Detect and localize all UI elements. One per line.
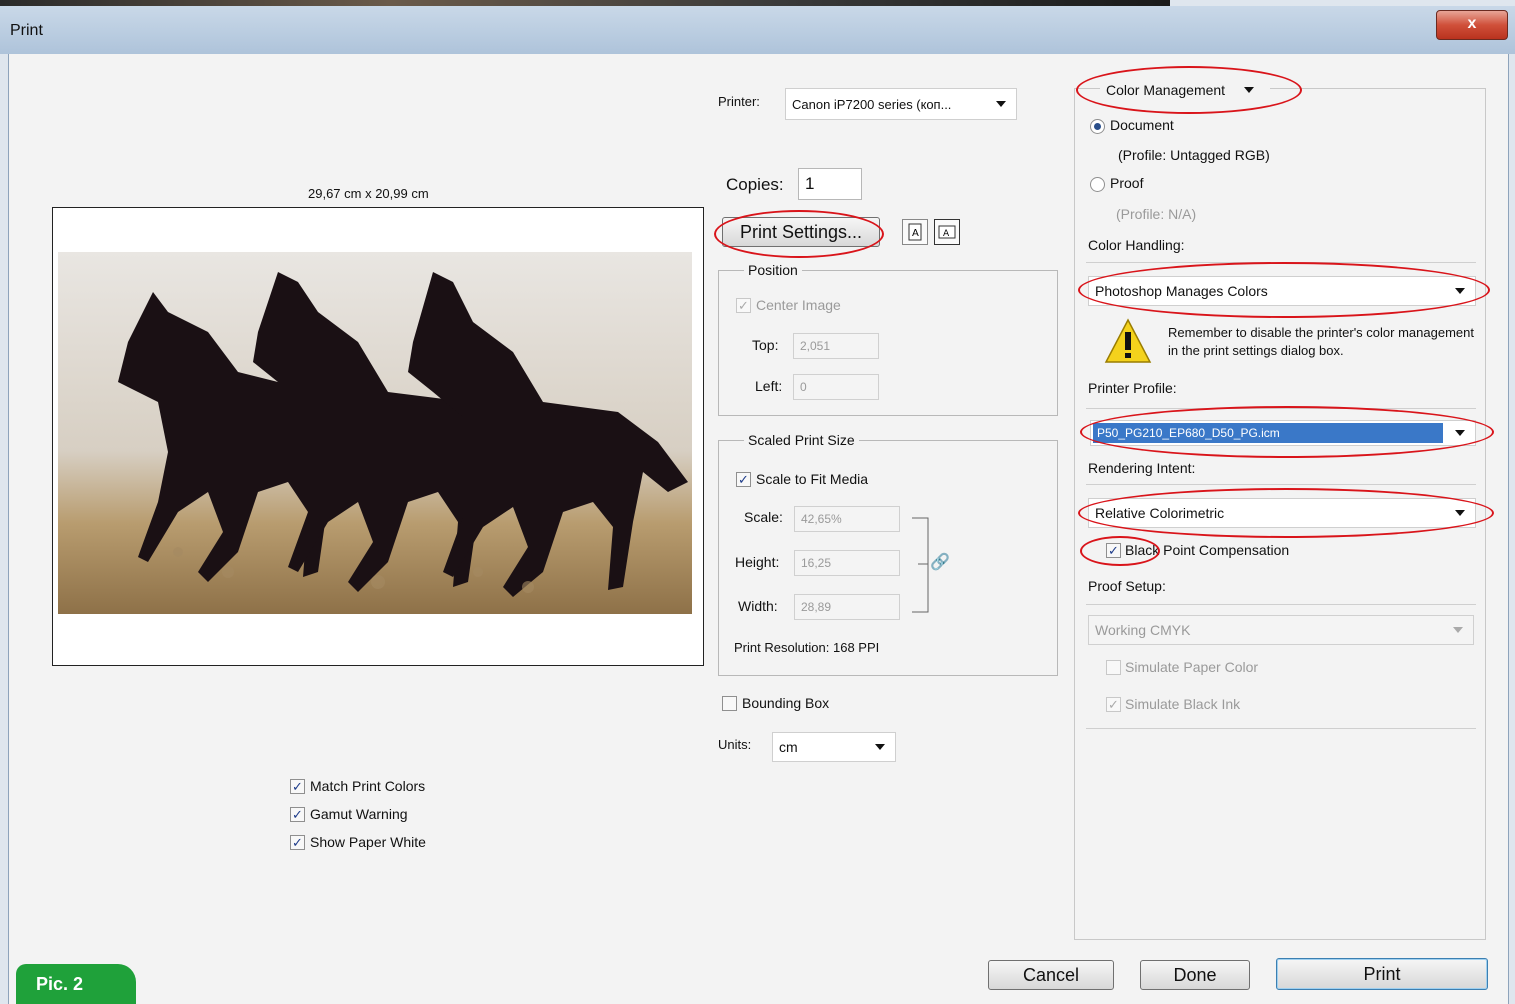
- bounding-box-checkbox[interactable]: [722, 696, 737, 711]
- window-title: Print: [10, 22, 43, 39]
- chevron-down-icon: [1453, 627, 1463, 633]
- portrait-orientation-icon[interactable]: A: [902, 219, 928, 245]
- divider: [1086, 262, 1476, 263]
- scale-to-fit-label: Scale to Fit Media: [756, 471, 869, 487]
- divider: [1086, 604, 1476, 605]
- close-button[interactable]: x: [1436, 10, 1508, 40]
- scale-to-fit-checkbox[interactable]: [736, 472, 751, 487]
- proof-radio[interactable]: [1090, 177, 1105, 192]
- warning-text: Remember to disable the printer's color …: [1168, 325, 1474, 358]
- simulate-black-ink-checkbox[interactable]: [1106, 697, 1121, 712]
- chevron-down-icon: [996, 101, 1006, 107]
- units-value: cm: [779, 739, 798, 755]
- printer-profile-label: Printer Profile:: [1088, 380, 1177, 396]
- color-handling-value: Photoshop Manages Colors: [1095, 283, 1268, 299]
- simulate-paper-color-checkbox[interactable]: [1106, 660, 1121, 675]
- document-profile: (Profile: Untagged RGB): [1118, 147, 1270, 163]
- chevron-down-icon: [1455, 430, 1465, 436]
- color-handling-label: Color Handling:: [1088, 237, 1185, 253]
- simulate-black-ink-label: Simulate Black Ink: [1125, 696, 1241, 712]
- print-resolution: Print Resolution: 168 PPI: [734, 640, 880, 655]
- units-label: Units:: [718, 737, 752, 752]
- rendering-intent-select[interactable]: Relative Colorimetric: [1088, 498, 1476, 528]
- cancel-button[interactable]: Cancel: [988, 960, 1114, 990]
- svg-text:A: A: [912, 228, 919, 239]
- print-settings-button[interactable]: Print Settings...: [722, 217, 880, 247]
- printer-label: Printer:: [718, 94, 760, 109]
- left-label: Left:: [755, 378, 783, 394]
- match-print-colors-checkbox[interactable]: [290, 779, 305, 794]
- width-label: Width:: [738, 598, 778, 614]
- title-bar: [0, 6, 1515, 54]
- landscape-orientation-icon[interactable]: A: [934, 219, 960, 245]
- height-label: Height:: [735, 554, 780, 570]
- proof-setup-select[interactable]: Working CMYK: [1088, 615, 1474, 645]
- top-label: Top:: [752, 337, 779, 353]
- section-value: Color Management: [1106, 82, 1226, 98]
- chevron-down-icon: [1455, 288, 1465, 294]
- copies-label: Copies:: [726, 175, 784, 194]
- divider: [1086, 484, 1476, 485]
- chevron-down-icon: [1455, 510, 1465, 516]
- divider: [1086, 728, 1476, 729]
- link-icon[interactable]: 🔗: [930, 552, 950, 572]
- warning-icon: [1104, 318, 1152, 367]
- done-button[interactable]: Done: [1140, 960, 1250, 990]
- print-button[interactable]: Print: [1276, 958, 1488, 990]
- bounding-box-label: Bounding Box: [742, 695, 830, 711]
- simulate-paper-color-label: Simulate Paper Color: [1125, 659, 1259, 675]
- scale-input[interactable]: 42,65%: [794, 506, 900, 532]
- divider: [1086, 408, 1476, 409]
- show-paper-white-checkbox[interactable]: [290, 835, 305, 850]
- proof-setup-label: Proof Setup:: [1088, 578, 1166, 594]
- gamut-warning-label: Gamut Warning: [310, 806, 408, 822]
- printer-profile-select[interactable]: P50_PG210_EP680_D50_PG.icm: [1090, 420, 1476, 446]
- proof-profile: (Profile: N/A): [1116, 206, 1197, 222]
- rendering-intent-value: Relative Colorimetric: [1095, 505, 1225, 521]
- proof-setup-value: Working CMYK: [1095, 622, 1191, 638]
- black-point-compensation-checkbox[interactable]: [1106, 543, 1121, 558]
- preview-size-label: 29,67 cm x 20,99 cm: [308, 186, 429, 201]
- units-select[interactable]: cm: [772, 732, 896, 762]
- left-input[interactable]: 0: [793, 374, 879, 400]
- rendering-intent-label: Rendering Intent:: [1088, 460, 1196, 476]
- black-point-compensation-label: Black Point Compensation: [1125, 542, 1290, 558]
- scale-label: Scale:: [744, 509, 783, 525]
- show-paper-white-label: Show Paper White: [310, 834, 426, 850]
- printer-value: Canon iP7200 series (кoп...: [792, 96, 952, 112]
- picture-badge: Pic. 2: [16, 964, 136, 1004]
- color-handling-select[interactable]: Photoshop Manages Colors: [1088, 276, 1476, 306]
- match-print-colors-label: Match Print Colors: [310, 778, 426, 794]
- document-radio[interactable]: [1090, 119, 1105, 134]
- copies-input[interactable]: 1: [798, 168, 862, 200]
- printer-select[interactable]: Canon iP7200 series (кoп...: [785, 88, 1017, 120]
- position-legend: Position: [744, 262, 802, 278]
- top-input[interactable]: 2,051: [793, 333, 879, 359]
- printer-profile-value: P50_PG210_EP680_D50_PG.icm: [1097, 426, 1280, 440]
- width-input[interactable]: 28,89: [794, 594, 900, 620]
- svg-text:A: A: [943, 229, 950, 239]
- document-label: Document: [1110, 117, 1174, 133]
- preview-image: [58, 252, 692, 614]
- center-image-checkbox[interactable]: [736, 298, 751, 313]
- scaled-print-size-legend: Scaled Print Size: [744, 432, 859, 448]
- height-input[interactable]: 16,25: [794, 550, 900, 576]
- chevron-down-icon: [875, 744, 885, 750]
- chevron-down-icon: [1244, 87, 1254, 93]
- section-select[interactable]: Color Management: [1100, 76, 1270, 104]
- proof-label: Proof: [1110, 175, 1144, 191]
- center-image-label: Center Image: [756, 297, 841, 313]
- gamut-warning-checkbox[interactable]: [290, 807, 305, 822]
